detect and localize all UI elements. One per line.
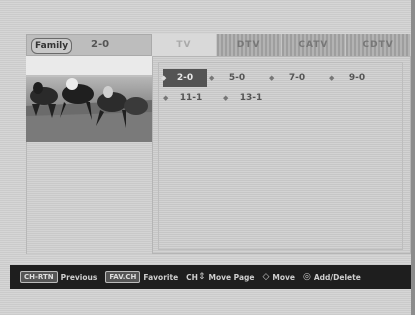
channel-mark-icon: ◆	[223, 94, 229, 102]
channel-number: 9-0	[348, 73, 366, 83]
footer-label: Move Page	[208, 272, 255, 282]
band-tabs: TV DTV CATV CDTV	[152, 34, 411, 56]
ch-up-down-icon: ⇕	[197, 272, 206, 282]
channel-cell[interactable]: ◆ 11-1	[161, 89, 221, 107]
fav-ch-key-icon: FAV.CH	[105, 271, 141, 283]
channel-row: ◆ 11-1 ◆ 13-1	[161, 89, 281, 107]
source-bar: Family 2-0	[26, 34, 152, 56]
channel-grid-inner: ◆ 2-0 ◆ 5-0 ◆ 7-0 ◆ 9-0 ◆ 11-1 ◆ 13-1	[158, 62, 403, 250]
footer-item-move-page: CH ⇕ Move Page	[186, 272, 254, 282]
footer-label: Favorite	[143, 272, 179, 282]
help-footer: CH-RTN Previous FAV.CH Favorite CH ⇕ Mov…	[10, 265, 411, 289]
screen-edge	[411, 0, 415, 315]
left-info-area	[26, 142, 153, 254]
footer-label: Move	[272, 272, 296, 282]
ch-key-label: CH	[186, 272, 198, 282]
tab-cdtv[interactable]: CDTV	[346, 34, 411, 56]
footer-item-previous: CH-RTN Previous	[20, 271, 97, 283]
footer-item-add-delete: ◎ Add/Delete	[303, 272, 361, 282]
channel-mark-icon: ◆	[329, 74, 335, 82]
channel-number: 5-0	[228, 73, 246, 83]
enter-button-icon: ◎	[303, 272, 311, 282]
channel-grid: ◆ 2-0 ◆ 5-0 ◆ 7-0 ◆ 9-0 ◆ 11-1 ◆ 13-1	[152, 56, 411, 254]
channel-cell[interactable]: ◆ 13-1	[221, 89, 281, 107]
channel-list-logo: Family	[31, 38, 73, 54]
channel-cell[interactable]: ◆ 2-0	[161, 69, 207, 87]
channel-mark-icon: ◆	[269, 74, 275, 82]
channel-cell[interactable]: ◆ 7-0	[267, 69, 327, 87]
channel-number: 13-1	[239, 93, 263, 103]
channel-mark-icon: ◆	[161, 74, 167, 82]
channel-cell[interactable]: ◆ 9-0	[327, 69, 387, 87]
channel-mark-icon: ◆	[163, 94, 169, 102]
horse-race-preview-image	[26, 56, 152, 142]
tab-tv[interactable]: TV	[152, 34, 217, 56]
footer-label: Add/Delete	[313, 272, 361, 282]
footer-label: Previous	[60, 272, 98, 282]
video-preview	[26, 56, 152, 142]
channel-number: 11-1	[179, 93, 203, 103]
channel-number: 7-0	[288, 73, 306, 83]
navigation-diamond-icon: ◇	[262, 272, 270, 282]
tab-catv[interactable]: CATV	[281, 34, 347, 56]
tab-dtv[interactable]: DTV	[216, 34, 282, 56]
footer-item-favorite: FAV.CH Favorite	[105, 271, 178, 283]
channel-row: ◆ 2-0 ◆ 5-0 ◆ 7-0 ◆ 9-0	[161, 69, 387, 87]
channel-mark-icon: ◆	[209, 74, 215, 82]
ch-rtn-key-icon: CH-RTN	[20, 271, 58, 283]
current-channel-number: 2-0	[91, 39, 110, 50]
footer-item-move: ◇ Move	[263, 272, 296, 282]
channel-number: 2-0	[176, 73, 194, 83]
channel-cell[interactable]: ◆ 5-0	[207, 69, 267, 87]
tv-menu-screen: Family 2-0 TV DTV CATV CDTV ◆ 2-0 ◆ 5-0 …	[0, 0, 415, 315]
